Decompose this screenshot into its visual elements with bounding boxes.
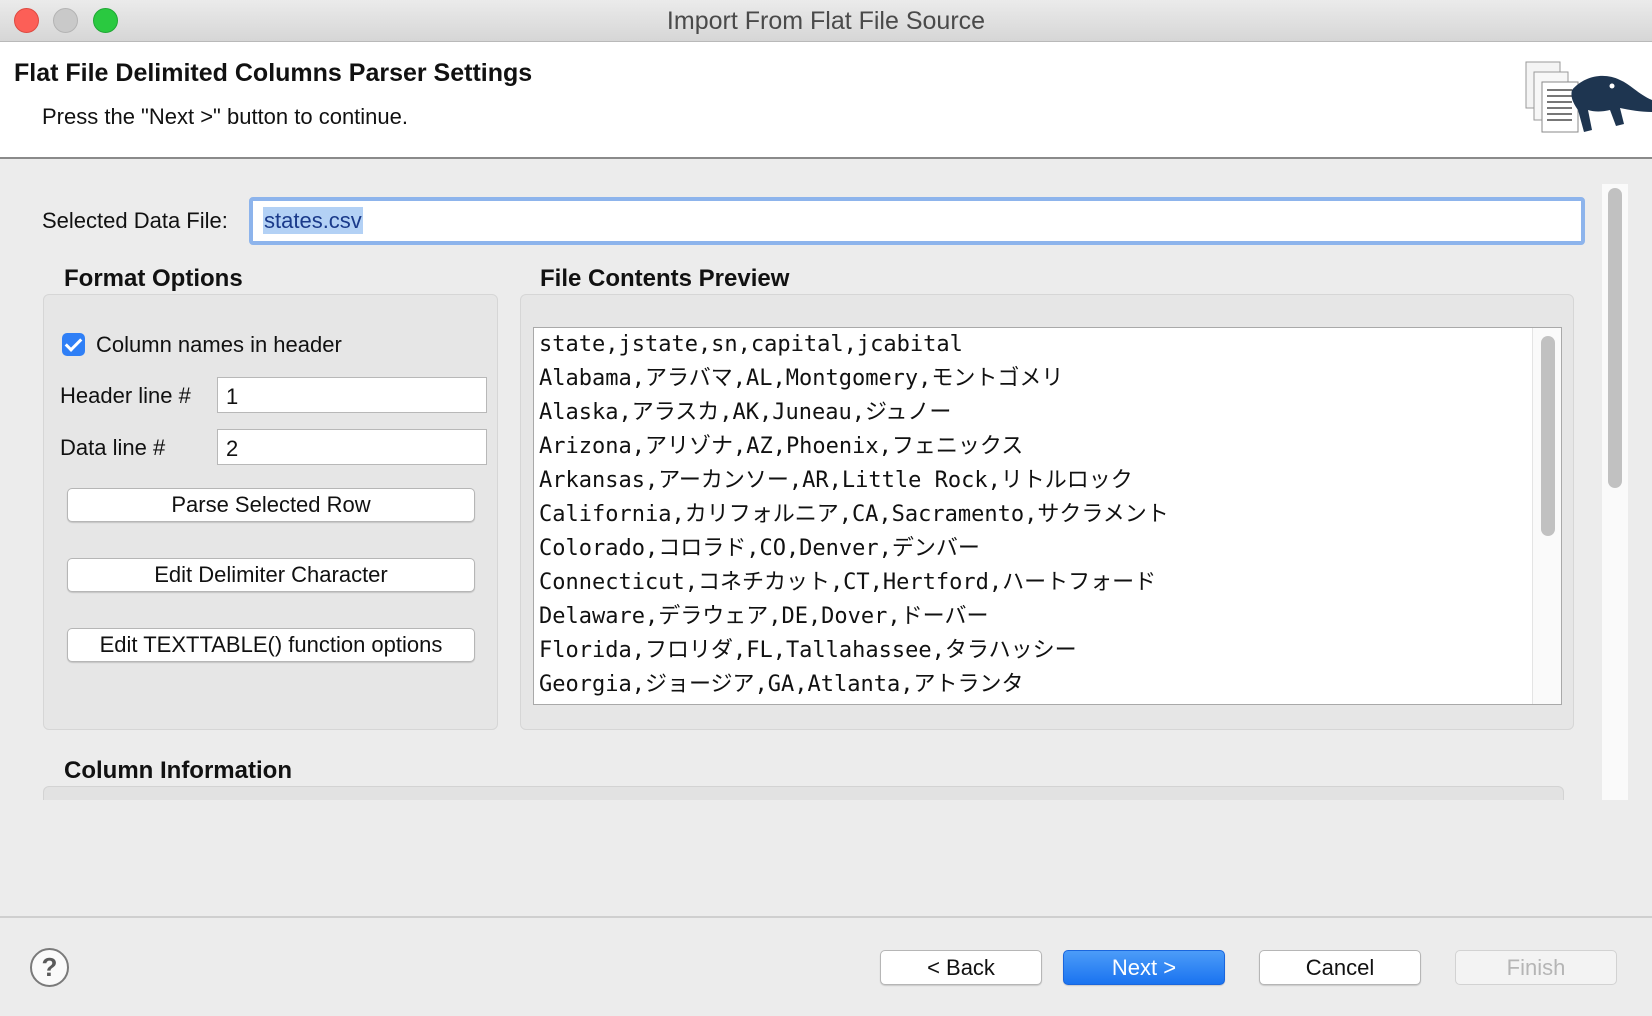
cancel-button[interactable]: Cancel: [1259, 950, 1421, 985]
window-titlebar: Import From Flat File Source: [0, 0, 1652, 42]
data-line-input[interactable]: 2: [217, 429, 487, 465]
selected-data-file-field[interactable]: states.csv: [249, 197, 1585, 245]
page-scrollbar-thumb[interactable]: [1608, 188, 1622, 488]
preview-line: Alaska,アラスカ,AK,Juneau,ジュノー: [539, 400, 952, 425]
file-contents-lines: state,jstate,sn,capital,jcabital Alabama…: [534, 328, 1561, 702]
preview-scrollbar[interactable]: [1532, 328, 1561, 704]
page-scrollbar[interactable]: [1602, 184, 1628, 800]
edit-texttable-options-button[interactable]: Edit TEXTTABLE() function options: [67, 628, 475, 662]
selected-data-file-value: states.csv: [263, 207, 363, 234]
next-button[interactable]: Next >: [1063, 950, 1225, 985]
wizard-page-description: Press the "Next >" button to continue.: [42, 104, 408, 129]
file-contents-preview-title: File Contents Preview: [540, 265, 790, 292]
column-names-in-header-label: Column names in header: [96, 332, 342, 357]
preview-line: Arizona,アリゾナ,AZ,Phoenix,フェニックス: [539, 434, 1024, 459]
edit-delimiter-character-button[interactable]: Edit Delimiter Character: [67, 558, 475, 592]
column-information-title: Column Information: [64, 757, 292, 784]
preview-scrollbar-thumb[interactable]: [1541, 336, 1555, 536]
finish-button[interactable]: Finish: [1455, 950, 1617, 985]
selected-data-file-label: Selected Data File:: [42, 208, 228, 233]
preview-line: state,jstate,sn,capital,jcabital: [539, 332, 963, 357]
wizard-header: Flat File Delimited Columns Parser Setti…: [0, 42, 1652, 159]
wizard-page-title: Flat File Delimited Columns Parser Setti…: [14, 59, 533, 87]
footer-separator: [0, 916, 1652, 918]
preview-line: Connecticut,コネチカット,CT,Hertford,ハートフォード: [539, 570, 1157, 595]
data-line-label: Data line #: [60, 435, 166, 460]
parse-selected-row-button[interactable]: Parse Selected Row: [67, 488, 475, 522]
help-icon[interactable]: ?: [30, 948, 69, 987]
file-contents-preview-box[interactable]: state,jstate,sn,capital,jcabital Alabama…: [533, 327, 1562, 705]
flat-file-import-logo-icon: [1525, 61, 1652, 133]
column-names-in-header-checkbox[interactable]: [62, 333, 85, 356]
column-information-group: [43, 786, 1564, 800]
preview-line: California,カリフォルニア,CA,Sacramento,サクラメント: [539, 502, 1169, 527]
preview-line: Arkansas,アーカンソー,AR,Little Rock,リトルロック: [539, 468, 1133, 493]
window-title: Import From Flat File Source: [666, 7, 986, 35]
preview-line: Delaware,デラウェア,DE,Dover,ドーバー: [539, 604, 989, 629]
back-button[interactable]: < Back: [880, 950, 1042, 985]
preview-line: Georgia,ジョージア,GA,Atlanta,アトランタ: [539, 672, 1024, 697]
preview-line: Colorado,コロラド,CO,Denver,デンバー: [539, 536, 980, 561]
header-line-label: Header line #: [60, 383, 191, 408]
preview-line: Alabama,アラバマ,AL,Montgomery,モントゴメリ: [539, 366, 1064, 391]
preview-line: Florida,フロリダ,FL,Tallahassee,タラハッシー: [539, 638, 1077, 663]
format-options-title: Format Options: [64, 265, 243, 292]
header-line-input[interactable]: 1: [217, 377, 487, 413]
